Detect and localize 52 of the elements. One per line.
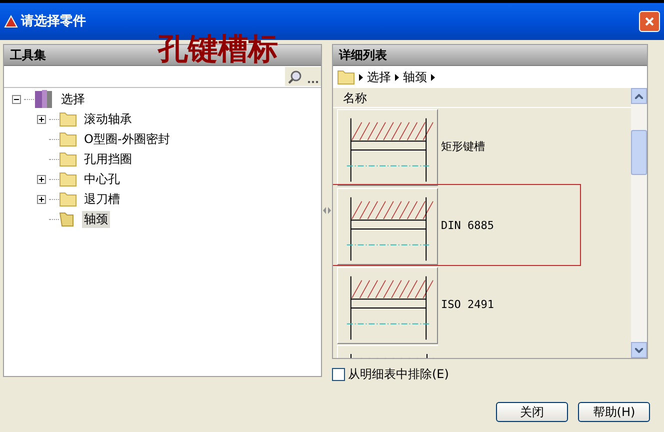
collapse-toggle[interactable] [12, 94, 21, 104]
scrollbar[interactable] [631, 88, 647, 358]
tree-item[interactable]: 轴颈 [82, 210, 110, 228]
chevron-icon [395, 74, 399, 80]
folder-icon [59, 171, 77, 187]
annotation-text: 孔键槽标 [158, 34, 278, 66]
chevron-icon [431, 74, 435, 80]
app-icon [4, 14, 18, 28]
expand-toggle[interactable] [37, 114, 46, 124]
close-button[interactable] [639, 11, 660, 32]
chevron-down-icon [635, 348, 643, 352]
folder-icon [59, 191, 77, 207]
plus-icon [39, 176, 44, 182]
tree-item[interactable]: O型圈-外圈密封 [82, 130, 172, 148]
checkbox-label[interactable]: 从明细表中排除(E) [348, 365, 449, 383]
folder-icon [59, 111, 77, 127]
plus-icon [39, 196, 44, 202]
part-thumbnail[interactable] [337, 109, 438, 186]
more-button[interactable] [305, 67, 321, 86]
dialog-button[interactable]: 帮助(H) [578, 402, 650, 422]
breadcrumb-item[interactable]: 选择 [367, 68, 391, 86]
expand-toggle[interactable] [37, 194, 46, 204]
expand-toggle[interactable] [37, 174, 46, 184]
column-header[interactable]: 名称 [333, 88, 631, 108]
minus-icon [14, 96, 19, 102]
chevron-icon [359, 74, 363, 80]
splitter-handle-icon[interactable] [323, 207, 331, 214]
part-thumbnail[interactable] [337, 188, 438, 265]
checkbox[interactable] [332, 368, 345, 380]
chevron-up-icon [635, 94, 643, 98]
tree-item[interactable]: 退刀槽 [82, 190, 122, 208]
search-icon [288, 70, 302, 84]
folder-icon [59, 131, 77, 147]
tree-item[interactable]: 孔用挡圈 [82, 150, 134, 168]
breadcrumb-item[interactable]: 轴颈 [403, 68, 427, 86]
part-name[interactable]: 矩形键槽 [441, 139, 485, 156]
books-icon [34, 89, 54, 109]
dialog-button[interactable]: 关闭 [496, 402, 568, 422]
panel-header: 详细列表 [333, 45, 647, 66]
search-button[interactable] [285, 67, 305, 86]
window-title: 请选择零件 [21, 12, 86, 31]
folder-icon [59, 151, 77, 167]
plus-icon [39, 116, 44, 122]
tree-item[interactable]: 滚动轴承 [82, 110, 134, 128]
folder-icon [337, 69, 355, 85]
tree-item[interactable]: 选择 [59, 90, 87, 108]
part-thumbnail[interactable] [337, 267, 438, 344]
part-name[interactable]: ISO 2491 [441, 297, 494, 314]
part-name[interactable]: DIN 6885 [441, 218, 494, 235]
scrollbar-thumb[interactable] [631, 130, 647, 175]
tree-item[interactable]: 中心孔 [82, 170, 122, 188]
close-icon [645, 17, 654, 26]
